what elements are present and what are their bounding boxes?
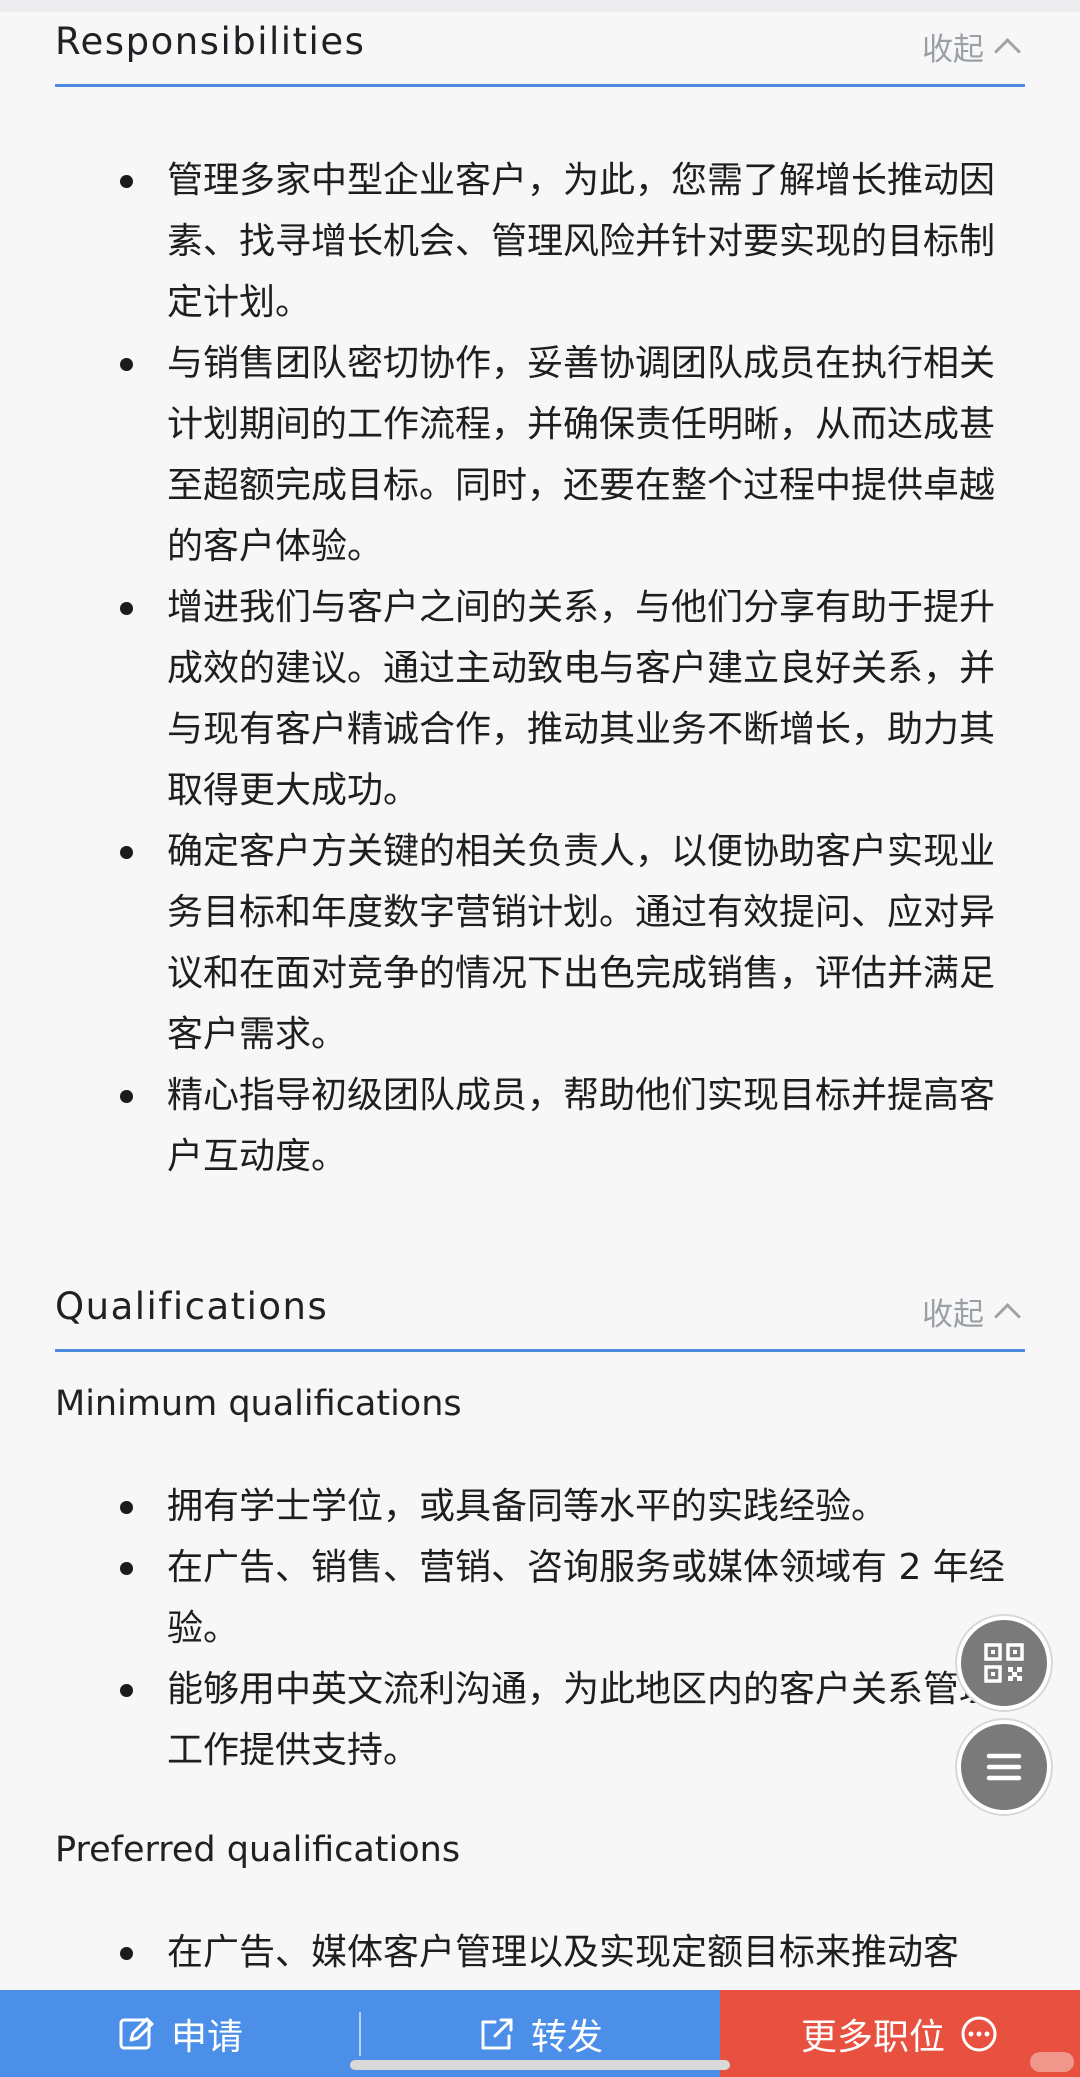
list-item: 与销售团队密切协作，妥善协调团队成员在执行相关计划期间的工作流程，并确保责任明晰… bbox=[0, 333, 1080, 577]
list-item: 确定客户方关键的相关负责人，以便协助客户实现业务目标和年度数字营销计划。通过有效… bbox=[0, 821, 1080, 1065]
minimum-qualifications-heading: Minimum qualifications bbox=[55, 1384, 462, 1424]
more-jobs-label: 更多职位 bbox=[800, 2016, 945, 2058]
minimum-qualifications-list: 拥有学士学位，或具备同等水平的实践经验。 在广告、销售、营销、咨询服务或媒体领域… bbox=[0, 1476, 1080, 1781]
more-options-icon bbox=[961, 2016, 997, 2051]
more-jobs-button[interactable]: 更多职位 bbox=[720, 1990, 1080, 2077]
menu-icon bbox=[986, 1753, 1022, 1781]
responsibilities-list: 管理多家中型企业客户，为此，您需了解增长推动因素、找寻增长机会、管理风险并针对要… bbox=[0, 150, 1080, 1187]
list-item: 精心指导初级团队成员，帮助他们实现目标并提高客户互动度。 bbox=[0, 1065, 1080, 1187]
share-icon bbox=[481, 2018, 513, 2049]
qualifications-collapse-toggle[interactable]: 收起 bbox=[922, 1289, 1025, 1334]
list-item: 能够用中英文流利沟通，为此地区内的客户关系管理工作提供支持。 bbox=[0, 1659, 1080, 1781]
responsibilities-header: Responsibilities 收起 bbox=[55, 10, 1025, 87]
home-indicator bbox=[350, 2060, 730, 2070]
list-item: 在广告、销售、营销、咨询服务或媒体领域有 2 年经验。 bbox=[0, 1537, 1080, 1659]
bottom-bar-divider bbox=[359, 2012, 361, 2056]
list-item: 管理多家中型企业客户，为此，您需了解增长推动因素、找寻增长机会、管理风险并针对要… bbox=[0, 150, 1080, 333]
qr-code-icon bbox=[984, 1643, 1024, 1683]
menu-button[interactable] bbox=[957, 1720, 1051, 1814]
apply-label: 申请 bbox=[170, 2016, 243, 2058]
preferred-qualifications-list: 在广告、媒体客户管理以及实现定额目标来推动客 bbox=[0, 1922, 1080, 1983]
share-label: 转发 bbox=[530, 2016, 603, 2058]
qr-code-button[interactable] bbox=[957, 1616, 1051, 1710]
chevron-up-icon bbox=[994, 1303, 1021, 1330]
qualifications-header: Qualifications 收起 bbox=[55, 1275, 1025, 1352]
list-item: 拥有学士学位，或具备同等水平的实践经验。 bbox=[0, 1476, 1080, 1537]
apply-button[interactable]: 申请 bbox=[0, 1990, 360, 2077]
collapse-label: 收起 bbox=[922, 32, 984, 68]
edit-icon bbox=[119, 2017, 154, 2049]
job-detail-page: Responsibilities 收起 管理多家中型企业客户，为此，您需了解增长… bbox=[0, 0, 1080, 2077]
qualifications-title: Qualifications bbox=[55, 1285, 329, 1328]
corner-badge bbox=[1030, 2052, 1074, 2072]
preferred-qualifications-heading: Preferred qualifications bbox=[55, 1830, 461, 1870]
responsibilities-collapse-toggle[interactable]: 收起 bbox=[922, 24, 1025, 69]
responsibilities-title: Responsibilities bbox=[55, 20, 366, 63]
chevron-up-icon bbox=[994, 38, 1021, 65]
list-item: 增进我们与客户之间的关系，与他们分享有助于提升成效的建议。通过主动致电与客户建立… bbox=[0, 577, 1080, 821]
list-item: 在广告、媒体客户管理以及实现定额目标来推动客 bbox=[0, 1922, 1080, 1983]
collapse-label: 收起 bbox=[922, 1297, 984, 1333]
